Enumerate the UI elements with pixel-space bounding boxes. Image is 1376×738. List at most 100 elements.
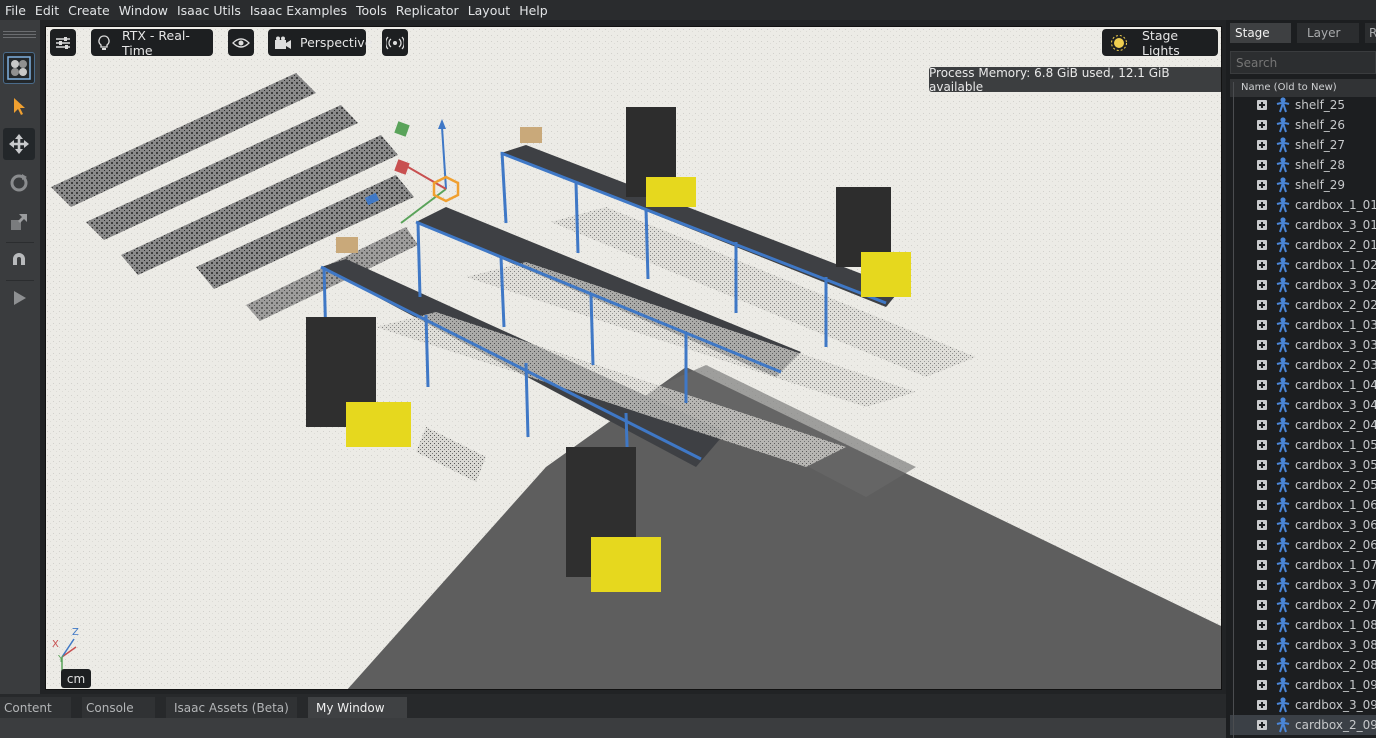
play-icon[interactable] [3, 282, 35, 314]
cardbox[interactable] [336, 237, 358, 253]
menu-edit[interactable]: Edit [30, 3, 63, 18]
tab-content[interactable]: Content [0, 697, 71, 718]
expand-icon[interactable] [1257, 720, 1267, 730]
expand-icon[interactable] [1257, 420, 1267, 430]
snap-magnet-icon[interactable] [3, 244, 35, 276]
expand-icon[interactable] [1257, 200, 1267, 210]
tab-my-window[interactable]: My Window [308, 697, 407, 718]
expand-icon[interactable] [1257, 140, 1267, 150]
expand-icon[interactable] [1257, 500, 1267, 510]
isaac-logo-icon[interactable] [3, 52, 35, 84]
stage-tree-item[interactable]: cardbox_1_05 [1230, 435, 1376, 455]
expand-icon[interactable] [1257, 120, 1267, 130]
move-icon[interactable] [3, 128, 35, 160]
stage-tree-item[interactable]: cardbox_3_02 [1230, 275, 1376, 295]
menu-help[interactable]: Help [514, 3, 552, 18]
expand-icon[interactable] [1257, 340, 1267, 350]
stage-tree-item[interactable]: cardbox_1_07 [1230, 555, 1376, 575]
renderer-button[interactable]: RTX - Real-Time [91, 28, 213, 58]
tab-render-settings[interactable]: R [1365, 23, 1376, 43]
menu-window[interactable]: Window [114, 3, 172, 18]
audio-button[interactable] [382, 29, 408, 56]
stage-tree-item[interactable]: cardbox_2_06 [1230, 535, 1376, 555]
menu-isaac-examples[interactable]: Isaac Examples [245, 3, 351, 18]
stage-tree-item[interactable]: cardbox_2_07 [1230, 595, 1376, 615]
expand-icon[interactable] [1257, 520, 1267, 530]
expand-icon[interactable] [1257, 360, 1267, 370]
expand-icon[interactable] [1257, 620, 1267, 630]
rotate-icon[interactable] [3, 167, 35, 199]
stage-tree-item[interactable]: cardbox_3_08 [1230, 635, 1376, 655]
toolbar-grip[interactable] [3, 37, 36, 38]
toolbar-grip[interactable] [3, 31, 36, 32]
expand-icon[interactable] [1257, 680, 1267, 690]
expand-icon[interactable] [1257, 700, 1267, 710]
visibility-button[interactable] [228, 29, 254, 56]
expand-icon[interactable] [1257, 220, 1267, 230]
stage-tree-item[interactable]: cardbox_3_03 [1230, 335, 1376, 355]
expand-icon[interactable] [1257, 400, 1267, 410]
expand-icon[interactable] [1257, 260, 1267, 270]
stage-tree-item[interactable]: cardbox_1_08 [1230, 615, 1376, 635]
menu-tools[interactable]: Tools [351, 3, 391, 18]
warehouse-scene[interactable]: X Z Y [46, 27, 1222, 690]
toolbar-grip[interactable] [3, 34, 36, 35]
stage-tree-item[interactable]: cardbox_1_04 [1230, 375, 1376, 395]
menu-create[interactable]: Create [63, 3, 114, 18]
menu-isaac-utils[interactable]: Isaac Utils [172, 3, 245, 18]
stage-tree-item[interactable]: cardbox_2_03 [1230, 355, 1376, 375]
stage-search-input[interactable] [1230, 51, 1376, 74]
expand-icon[interactable] [1257, 560, 1267, 570]
stage-tree-item[interactable]: shelf_29 [1230, 175, 1376, 195]
expand-icon[interactable] [1257, 180, 1267, 190]
tab-stage[interactable]: Stage [1230, 23, 1291, 43]
stage-tree-item[interactable]: cardbox_2_05 [1230, 475, 1376, 495]
units-badge[interactable]: cm [61, 669, 91, 688]
stage-lights-button[interactable]: Stage Lights [1102, 28, 1218, 58]
stage-tree-item[interactable]: cardbox_2_08 [1230, 655, 1376, 675]
stage-tree-item[interactable]: cardbox_2_09 [1230, 715, 1376, 735]
expand-icon[interactable] [1257, 100, 1267, 110]
stage-tree-item[interactable]: cardbox_3_06 [1230, 515, 1376, 535]
stage-tree-item[interactable]: cardbox_2_04 [1230, 415, 1376, 435]
expand-icon[interactable] [1257, 380, 1267, 390]
tab-layer[interactable]: Layer [1297, 23, 1359, 43]
camera-button[interactable]: Perspective [268, 29, 372, 56]
expand-icon[interactable] [1257, 640, 1267, 650]
stage-tree-item[interactable]: cardbox_2_02 [1230, 295, 1376, 315]
select-arrow-icon[interactable] [3, 90, 35, 122]
menu-layout[interactable]: Layout [463, 3, 515, 18]
stage-tree-item[interactable]: shelf_26 [1230, 115, 1376, 135]
stage-tree-item[interactable]: cardbox_1_09 [1230, 675, 1376, 695]
expand-icon[interactable] [1257, 280, 1267, 290]
stage-tree-item[interactable]: cardbox_1_03 [1230, 315, 1376, 335]
stage-tree-item[interactable]: cardbox_1_02 [1230, 255, 1376, 275]
stage-tree-item[interactable]: shelf_28 [1230, 155, 1376, 175]
expand-icon[interactable] [1257, 240, 1267, 250]
expand-icon[interactable] [1257, 600, 1267, 610]
viewport-settings-button[interactable] [50, 29, 76, 56]
viewport[interactable]: X Z Y RTX - Real-Time Perspective Stage … [45, 26, 1222, 690]
stage-tree-item[interactable]: cardbox_3_01 [1230, 215, 1376, 235]
expand-icon[interactable] [1257, 580, 1267, 590]
expand-icon[interactable] [1257, 660, 1267, 670]
tab-isaac-assets[interactable]: Isaac Assets (Beta) [166, 697, 297, 718]
expand-icon[interactable] [1257, 540, 1267, 550]
stage-tree-item[interactable]: cardbox_2_01 [1230, 235, 1376, 255]
stage-tree-item[interactable]: cardbox_1_01 [1230, 195, 1376, 215]
stage-tree-item[interactable]: shelf_27 [1230, 135, 1376, 155]
menu-file[interactable]: File [0, 3, 30, 18]
expand-icon[interactable] [1257, 460, 1267, 470]
expand-icon[interactable] [1257, 300, 1267, 310]
scale-icon[interactable] [3, 206, 35, 238]
stage-tree-item[interactable]: shelf_25 [1230, 95, 1376, 115]
expand-icon[interactable] [1257, 480, 1267, 490]
stage-tree-item[interactable]: cardbox_3_07 [1230, 575, 1376, 595]
expand-icon[interactable] [1257, 320, 1267, 330]
stage-tree-item[interactable]: cardbox_3_05 [1230, 455, 1376, 475]
stage-tree-item[interactable]: cardbox_3_04 [1230, 395, 1376, 415]
stage-tree-item[interactable]: cardbox_1_06 [1230, 495, 1376, 515]
tab-console[interactable]: Console [82, 697, 155, 718]
expand-icon[interactable] [1257, 440, 1267, 450]
stage-tree-item[interactable]: cardbox_3_09 [1230, 695, 1376, 715]
